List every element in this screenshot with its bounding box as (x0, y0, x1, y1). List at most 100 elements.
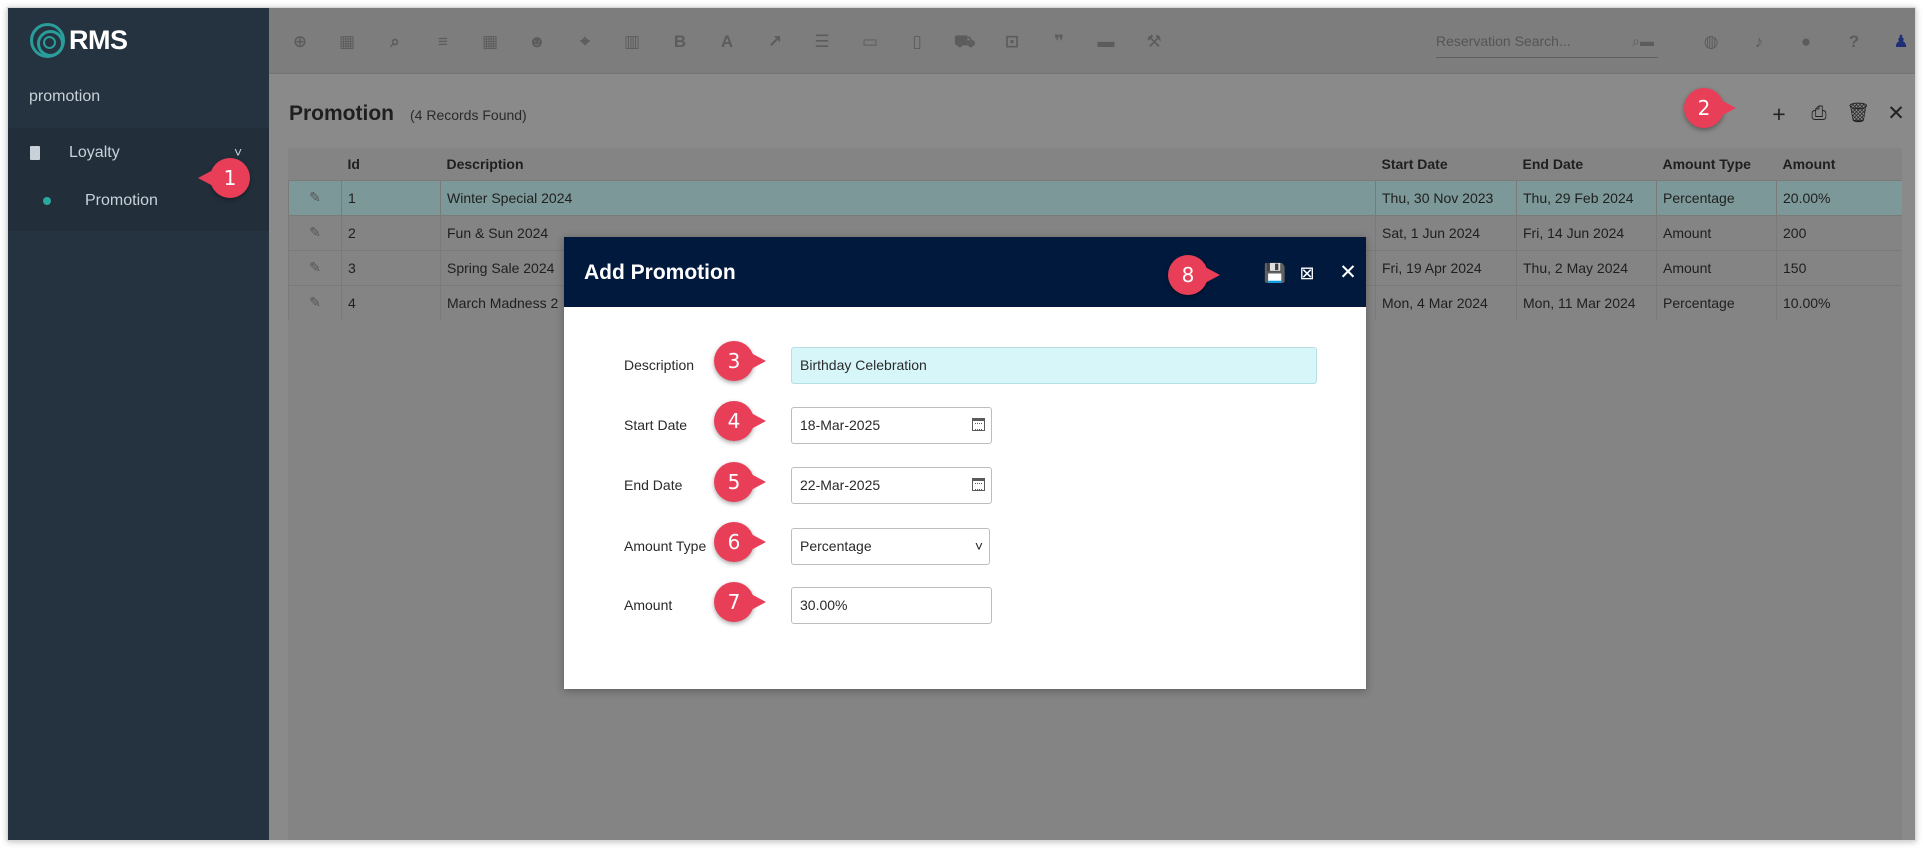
building-icon (28, 145, 42, 161)
annotation-marker: 2 (1684, 88, 1736, 128)
records-count: (4 Records Found) (410, 107, 527, 123)
edit-pencil-icon[interactable]: ✎ (288, 214, 342, 250)
cell-amount: 200 (1776, 214, 1902, 250)
user-icon[interactable]: ♟ (1891, 32, 1911, 52)
logo-text: RMS (69, 24, 128, 55)
rms-logo[interactable]: RMS (30, 20, 128, 60)
chart-line-icon[interactable]: ↗ (765, 32, 785, 52)
annotation-marker: 1 (198, 158, 250, 198)
column-header-start-date[interactable]: Start Date (1376, 148, 1517, 180)
cell-end-date: Thu, 2 May 2024 (1516, 249, 1657, 285)
column-header-id[interactable]: Id (342, 148, 441, 180)
sidebar-item-label: Promotion (85, 192, 158, 209)
cell-id: 3 (341, 249, 441, 285)
font-icon[interactable]: A (717, 32, 737, 52)
delete-button[interactable]: 🗑 (1845, 101, 1871, 127)
end-date-input[interactable]: 22-Mar-2025 (791, 467, 992, 504)
add-button[interactable]: + (1766, 101, 1792, 127)
quote-icon[interactable]: ❞ (1049, 32, 1069, 52)
reservation-search-input[interactable] (1436, 26, 1626, 56)
bell-icon[interactable]: ♪ (1749, 32, 1769, 52)
sliders-icon[interactable]: ≡ (433, 32, 453, 52)
amount-input[interactable]: 30.00% (791, 587, 992, 624)
column-header-description[interactable]: Description (441, 148, 1376, 180)
table-row[interactable]: ✎ 1 Winter Special 2024 Thu, 30 Nov 2023… (288, 179, 1902, 215)
annotation-marker: 7 (714, 582, 766, 622)
chat-icon[interactable]: ● (1796, 32, 1816, 52)
cell-amount-type: Amount (1656, 214, 1777, 250)
edit-pencil-icon[interactable]: ✎ (288, 284, 342, 320)
annotation-marker: 8 (1168, 255, 1220, 295)
edit-pencil-icon[interactable]: ✎ (288, 249, 342, 285)
cart-icon[interactable]: ⛟ (954, 32, 975, 52)
reservation-search: ⌕▬ (1436, 26, 1658, 58)
cell-start-date: Thu, 30 Nov 2023 (1375, 179, 1517, 215)
close-button[interactable]: ✕ (1883, 101, 1909, 127)
end-date-value: 22-Mar-2025 (800, 477, 881, 493)
modal-header: Add Promotion 💾 ⊠ ✕ (564, 237, 1366, 307)
description-input[interactable]: Birthday Celebration (791, 347, 1317, 384)
cell-id: 4 (341, 284, 441, 320)
save-close-icon[interactable]: ⊠ (1294, 260, 1320, 286)
print-button[interactable]: ⎙ (1806, 101, 1832, 127)
amount-label: Amount (624, 597, 673, 613)
active-dot-icon (43, 197, 51, 205)
checklist-icon[interactable]: ☰ (812, 32, 832, 52)
sidebar-item-label: Loyalty (69, 144, 120, 161)
ticket-icon[interactable]: ⊡ (1002, 32, 1022, 52)
end-date-label: End Date (624, 477, 683, 493)
sidebar: RMS promotion Loyalty ˅ Promotion (8, 8, 269, 840)
globe-icon[interactable]: ◍ (1701, 32, 1721, 52)
chevron-down-icon: ˅ (974, 538, 983, 554)
cell-amount: 20.00% (1776, 179, 1902, 215)
cell-description: Winter Special 2024 (440, 179, 1376, 215)
amount-type-select[interactable]: Percentage ˅ (791, 528, 990, 565)
document-icon[interactable]: ▯ (907, 32, 927, 52)
cell-amount-type: Amount (1656, 249, 1777, 285)
amount-type-value: Percentage (800, 538, 872, 554)
start-date-label: Start Date (624, 417, 688, 433)
annotation-marker: 4 (714, 401, 766, 441)
cell-amount-type: Percentage (1656, 179, 1777, 215)
sidebar-search-text[interactable]: promotion (29, 88, 100, 106)
column-header-amount[interactable]: Amount (1777, 148, 1903, 180)
cell-start-date: Sat, 1 Jun 2024 (1375, 214, 1517, 250)
cell-start-date: Mon, 4 Mar 2024 (1375, 284, 1517, 320)
cell-end-date: Fri, 14 Jun 2024 (1516, 214, 1657, 250)
cell-amount: 10.00% (1776, 284, 1902, 320)
calendar-icon[interactable]: ▦ (337, 32, 357, 52)
cell-start-date: Fri, 19 Apr 2024 (1375, 249, 1517, 285)
annotation-marker: 6 (714, 522, 766, 562)
modal-title: Add Promotion (584, 261, 736, 284)
help-icon[interactable]: ? (1844, 32, 1864, 52)
annotation-marker: 3 (714, 341, 766, 381)
column-header-end-date[interactable]: End Date (1517, 148, 1657, 180)
cell-amount: 150 (1776, 249, 1902, 285)
search-icon[interactable]: ⌕ (385, 32, 405, 52)
amount-type-label: Amount Type (624, 538, 707, 554)
calendar-icon[interactable] (972, 478, 985, 491)
search-bed-icon[interactable]: ⌕▬ (1632, 33, 1654, 50)
start-date-input[interactable]: 18-Mar-2025 (791, 407, 992, 444)
top-toolbar: ⊕ ▦ ⌕ ≡ ▦ ☻ ⌖ ▥ B A ↗ ☰ ▭ ▯ ⛟ ⊡ ❞ ▬ ⚒ ⌕▬… (269, 8, 1915, 74)
hammer-icon[interactable]: ⚒ (1144, 32, 1164, 52)
logo-icon (30, 22, 65, 58)
map-icon[interactable]: ▥ (622, 32, 642, 52)
cell-id: 2 (341, 214, 441, 250)
edit-pencil-icon[interactable]: ✎ (288, 179, 342, 215)
start-date-value: 18-Mar-2025 (800, 417, 881, 433)
id-card-icon[interactable]: ▭ (860, 32, 880, 52)
column-header-amount-type[interactable]: Amount Type (1657, 148, 1777, 180)
app-window: RMS promotion Loyalty ˅ Promotion ⊕ ▦ ⌕ … (7, 7, 1916, 841)
calendar-icon[interactable] (972, 418, 985, 431)
map-pin-icon[interactable]: ⌖ (575, 32, 595, 52)
close-icon[interactable]: ✕ (1335, 260, 1361, 286)
grid-icon[interactable]: ▦ (480, 32, 500, 52)
save-icon[interactable]: 💾 (1262, 260, 1288, 286)
bold-icon[interactable]: B (670, 32, 690, 52)
cell-end-date: Mon, 11 Mar 2024 (1516, 284, 1657, 320)
cell-end-date: Thu, 29 Feb 2024 (1516, 179, 1657, 215)
plus-circle-icon[interactable]: ⊕ (290, 32, 310, 52)
bed-icon[interactable]: ▬ (1096, 32, 1116, 52)
users-icon[interactable]: ☻ (527, 32, 547, 52)
